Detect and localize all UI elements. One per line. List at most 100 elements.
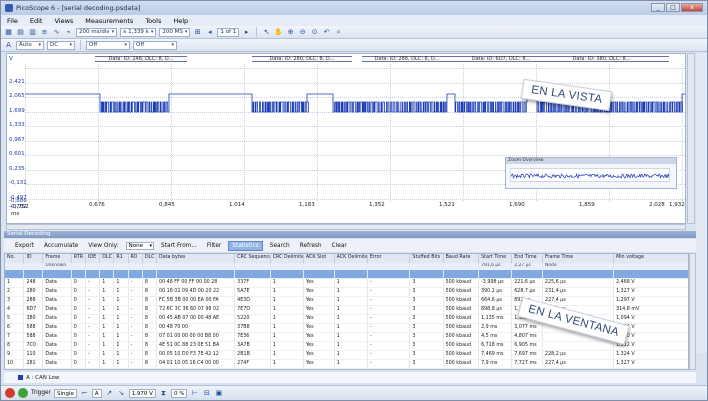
pretrigger-input[interactable]: 0 % (170, 388, 188, 398)
coupling-select[interactable]: DC (47, 40, 75, 50)
filter-button[interactable]: Filter (204, 242, 224, 250)
table-row[interactable]: 1 248 Data 0-1 1-8 00 48 FF 00 FF 00 00 28 337… (5, 278, 688, 288)
table-vertical-scrollbar[interactable] (689, 253, 696, 370)
app-logo-icon (5, 4, 13, 12)
trigger-channel-select[interactable]: A (91, 388, 102, 398)
column-header[interactable]: Frame Time (542, 254, 615, 263)
column-header[interactable]: DLC (99, 254, 115, 263)
decoding-table[interactable]: No. ID Frame RTR IDE DLC R1 R0 DLC Data bytes CRC … (4, 253, 689, 370)
scope-vertical-scrollbar[interactable] (687, 53, 695, 224)
table-row[interactable]: 2 280 Data 0-1 1-8 00 18 02 09 4D 00 20 22 5A7… (5, 287, 688, 297)
maximize-button[interactable]: □ (666, 3, 680, 12)
column-header[interactable]: DLC (142, 254, 158, 263)
probe-icon[interactable]: ⌁ (64, 28, 73, 37)
channel-options-icon[interactable]: ≡ (40, 28, 49, 37)
column-header[interactable]: ACK Delimiter (334, 254, 368, 263)
column-header[interactable]: CRC Delimiter (270, 254, 304, 263)
trigger-edge-icon[interactable]: ⌐ (80, 389, 89, 398)
table-cell (142, 269, 158, 279)
column-header[interactable]: RTR (71, 254, 87, 263)
table-cell: 1 (334, 350, 368, 360)
column-header[interactable]: Error (367, 254, 411, 263)
table-row[interactable]: 9 110 Data 0-1 1-8 00 05 10 D0 F3 7E 42 12 2B1… (5, 350, 688, 360)
minimize-button[interactable]: _ (651, 3, 665, 12)
spectrum-mode-icon[interactable]: ▥ (28, 28, 37, 37)
column-header[interactable]: ID (23, 254, 44, 263)
table-cell: 00 48 70 00 (156, 323, 236, 333)
view-only-select[interactable]: None (125, 241, 155, 250)
table-cell: - (128, 341, 143, 351)
statistics-button[interactable]: Statistics (228, 240, 263, 251)
column-header[interactable]: R1 (113, 254, 129, 263)
column-header[interactable]: Data bytes (156, 254, 236, 263)
table-row[interactable]: 4 6D7 Data 0-1 1-8 72 6C 3C 36 60 07 98 02 7E7… (5, 305, 688, 315)
table-cell: Data (42, 296, 72, 306)
selected-row[interactable] (5, 269, 688, 279)
column-header[interactable]: ACK Slot (303, 254, 335, 263)
zoom-in-icon[interactable]: ⊕ (286, 28, 295, 37)
menu-measurements[interactable]: Measurements (85, 17, 133, 25)
column-header[interactable]: Baud Rate (443, 254, 480, 263)
menu-help[interactable]: Help (173, 17, 188, 25)
timebase-select[interactable]: 200 ms/div (76, 27, 118, 37)
scope-mode-icon[interactable]: ▦ (4, 28, 13, 37)
search-button[interactable]: Search (267, 242, 293, 250)
hand-tool-icon[interactable]: ✋ (274, 28, 283, 37)
signal-generator-icon[interactable]: ∿ (52, 28, 61, 37)
column-header[interactable]: End Time (511, 254, 544, 263)
refresh-button[interactable]: Refresh (297, 242, 325, 250)
column-header[interactable]: Min voltage (613, 254, 688, 263)
persistence-mode-icon[interactable]: ▤ (16, 28, 25, 37)
stop-button[interactable] (5, 388, 15, 398)
rising-edge-icon[interactable]: ↗ (105, 389, 114, 398)
ruler-icon[interactable]: ⊢ (190, 389, 199, 398)
zoom-fit-icon[interactable]: ⊙ (310, 28, 319, 37)
samples-select[interactable]: 200 MS (159, 27, 191, 37)
close-button[interactable]: x (681, 3, 703, 12)
notes-icon[interactable]: ▣ (214, 389, 223, 398)
menu-edit[interactable]: Edit (30, 17, 43, 25)
column-header[interactable]: Start Time (478, 254, 513, 263)
menu-tools[interactable]: Tools (145, 17, 161, 25)
channel-b-select[interactable]: Off (86, 40, 130, 50)
undo-zoom-icon[interactable]: ↶ (322, 28, 331, 37)
pointer-tool-icon[interactable]: ↖ (262, 28, 271, 37)
column-header[interactable]: No. (5, 254, 25, 263)
resolution-icon[interactable]: ⊞ (193, 28, 202, 37)
table-cell: 7,9 ms (478, 359, 513, 369)
table-row[interactable]: 3 288 Data 0-1 1-8 FC 5B 3B 00 00 EA 00 FA 4E3… (5, 296, 688, 306)
column-header[interactable]: R0 (128, 254, 143, 263)
measure-icon[interactable]: ⊟ (202, 389, 211, 398)
table-row[interactable]: 8 7C0 Data 0-1 1-8 4E 51 0C 88 23 0E 51 BA 3A7… (5, 341, 688, 351)
start-from-button[interactable]: Start From... (158, 242, 200, 250)
menu-file[interactable]: File (7, 17, 18, 25)
table-cell: 0 (71, 332, 87, 342)
scope-horizontal-scrollbar[interactable] (6, 224, 686, 230)
clear-button[interactable]: Clear (329, 242, 350, 250)
table-cell: 6D7 (23, 305, 44, 315)
table-row[interactable]: 10 281 Data 0-1 1-8 04 01 10 05 16 C4 00 00 27… (5, 359, 688, 369)
column-header[interactable]: CRC Sequence (234, 254, 271, 263)
trigger-mode-select[interactable]: Single (54, 388, 77, 398)
trigger-level-input[interactable]: 1,970 V (128, 388, 156, 398)
scope-view[interactable]: Data: ID: 248, DLC: 8, D... Data: ID: 280… (6, 53, 686, 224)
column-header[interactable]: Stuffed Bits (409, 254, 444, 263)
zoom-out-icon[interactable]: ⊖ (298, 28, 307, 37)
waveform-prev-icon[interactable]: ◂ (205, 28, 214, 37)
column-header[interactable]: Frame (42, 254, 72, 263)
table-cell: 1 (99, 278, 115, 288)
menu-views[interactable]: Views (54, 17, 73, 25)
column-header[interactable]: IDE (85, 254, 101, 263)
zoom-overview-window[interactable]: Zoom Overview (505, 157, 677, 189)
start-button[interactable] (18, 388, 28, 398)
zoom-select[interactable]: x 1,339 k (120, 27, 157, 37)
falling-edge-icon[interactable]: ↘ (117, 389, 126, 398)
waveform-next-icon[interactable]: ▸ (242, 28, 251, 37)
table-cell: 500 kbaud (443, 305, 480, 315)
channel-c-select[interactable]: Off (133, 40, 177, 50)
export-button[interactable]: Export (12, 242, 37, 250)
zoom-full-icon[interactable]: ⌕ (334, 28, 343, 37)
accumulate-button[interactable]: Accumulate (41, 242, 81, 250)
table-cell: 1,327 V (613, 359, 688, 369)
range-select[interactable]: Auto (16, 40, 44, 50)
